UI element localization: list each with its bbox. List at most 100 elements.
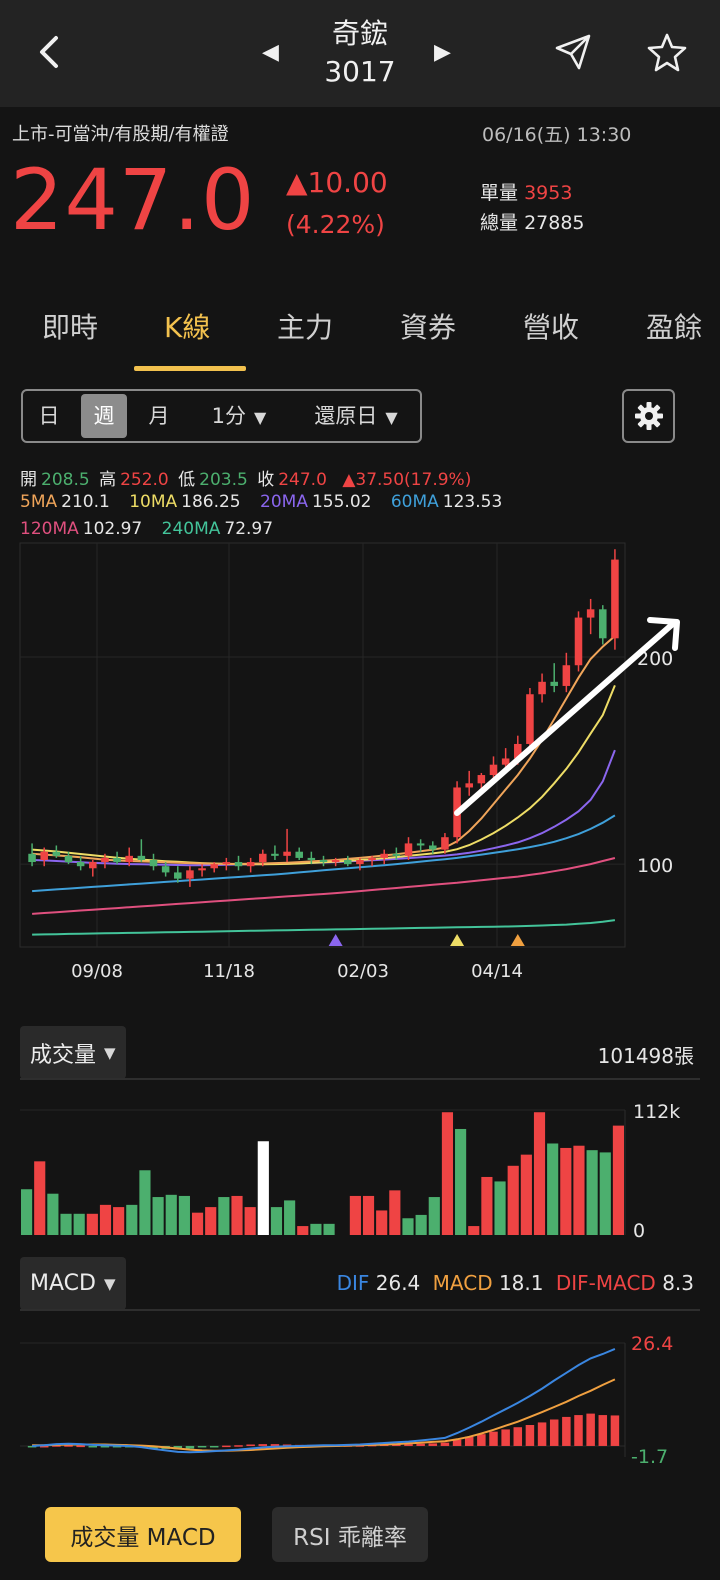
close-label: 收	[257, 470, 275, 490]
osc-bar	[416, 1443, 425, 1446]
unit-volume: 單量 3953	[480, 178, 572, 205]
candle-body	[149, 859, 158, 867]
osc-bar	[209, 1445, 219, 1448]
volume-bar	[21, 1189, 33, 1235]
osc-bar	[525, 1425, 535, 1446]
open-value: 208.5	[41, 470, 90, 490]
volume-bar	[284, 1200, 296, 1235]
candle-body	[161, 866, 170, 873]
low-value: 203.5	[199, 470, 248, 490]
volume-bar	[573, 1145, 585, 1235]
macd-indicator-label: MACD	[30, 1271, 96, 1296]
x-tick-label: 02/03	[337, 961, 389, 980]
candle-body	[356, 859, 364, 865]
candle-body	[465, 783, 473, 788]
osc-value: 8.3	[662, 1271, 694, 1295]
ma20-value: 155.02	[311, 492, 372, 512]
share-icon[interactable]	[551, 30, 595, 74]
period-week[interactable]: 週	[81, 394, 127, 438]
close-value: 247.0	[278, 470, 327, 490]
chart-settings-button[interactable]	[622, 389, 675, 443]
volume-bar	[323, 1223, 335, 1235]
tab-kline[interactable]: K線	[164, 306, 210, 346]
ma120-label: 120MA	[20, 519, 79, 539]
favorite-star-icon[interactable]	[645, 30, 689, 74]
price-change-percent: (4.22%)	[286, 210, 385, 239]
osc-bar	[537, 1422, 547, 1446]
candle-body	[222, 862, 231, 865]
tab-major[interactable]: 主力	[277, 306, 333, 346]
chevron-down-icon: ▼	[103, 1274, 116, 1293]
period-month[interactable]: 月	[139, 391, 179, 441]
candle-body	[501, 758, 510, 765]
restore-dropdown[interactable]: 還原日 ▼	[295, 391, 417, 441]
y-tick-label: 100	[637, 855, 673, 877]
volume-bar	[612, 1125, 624, 1235]
total-volume-label: 總量	[480, 212, 519, 234]
volume-bar	[191, 1212, 204, 1235]
next-stock-icon[interactable]: ▶	[434, 40, 451, 65]
candle-body	[550, 681, 558, 686]
volume-bar	[113, 1207, 125, 1235]
macd-label: MACD	[432, 1271, 493, 1295]
candle-body	[574, 617, 583, 666]
osc-bar	[562, 1416, 571, 1446]
x-tick-label: 11/18	[203, 961, 255, 980]
tab-revenue[interactable]: 營收	[523, 306, 579, 346]
volume-bar	[205, 1207, 217, 1235]
candle-body	[599, 609, 607, 639]
tab-bar: 即時 K線 主力 資券 營收 盈餘	[0, 290, 720, 380]
period-day[interactable]: 日	[29, 391, 69, 441]
dif-label: DIF	[336, 1271, 370, 1295]
candle-body	[416, 843, 425, 846]
kline-chart[interactable]: 10020009/08 11/18 02/03 04/14	[0, 540, 720, 980]
osc-bar	[501, 1429, 510, 1446]
tab-margin[interactable]: 資券	[400, 306, 456, 346]
volume-bar	[297, 1226, 309, 1235]
candle-body	[392, 853, 401, 856]
volume-indicator-label: 成交量	[30, 1042, 97, 1068]
tab-earnings[interactable]: 盈餘	[646, 306, 702, 346]
period-minute-dropdown[interactable]: 1分 ▼	[195, 391, 283, 441]
osc-bar	[489, 1431, 498, 1446]
ma-info-row2: 120MA 102.97 240MA 72.97	[20, 519, 277, 539]
tab-realtime[interactable]: 即時	[42, 306, 98, 346]
volume-chart[interactable]: 112k 0	[0, 1100, 720, 1240]
volume-bar	[126, 1204, 138, 1235]
candle-body	[538, 681, 546, 695]
rsi-bias-button[interactable]: RSI 乖離率	[272, 1507, 428, 1562]
volume-bar	[389, 1190, 401, 1235]
y-tick-label: 112k	[633, 1101, 680, 1123]
stock-code: 3017	[324, 55, 396, 88]
market-tags: 上市-可當沖/有股期/有權證	[12, 124, 229, 145]
unit-volume-label: 單量	[480, 182, 519, 204]
candle-body	[404, 843, 413, 856]
volume-bar	[34, 1161, 46, 1235]
high-value: 252.0	[120, 470, 169, 490]
volume-indicator-dropdown[interactable]: 成交量 ▼	[20, 1026, 126, 1079]
osc-bar	[428, 1443, 438, 1446]
volume-bar	[47, 1193, 59, 1235]
chevron-down-icon: ▼	[104, 1043, 116, 1062]
osc-bar	[440, 1442, 450, 1446]
osc-bar	[610, 1415, 620, 1446]
osc-bar	[234, 1445, 243, 1447]
weekly-change: ▲37.50(17.9%)	[342, 470, 472, 490]
ma10-label: 10MA	[129, 492, 178, 512]
total-volume: 總量 27885	[480, 208, 585, 235]
candle-body	[40, 851, 48, 860]
signal-marker	[510, 934, 525, 946]
volume-total: 101498張	[597, 1044, 694, 1068]
macd-indicator-dropdown[interactable]: MACD ▼	[20, 1257, 126, 1310]
ma-line-60ma	[32, 814, 616, 893]
volume-bar	[73, 1213, 85, 1235]
candle-body	[271, 853, 279, 856]
candle-body	[307, 857, 316, 860]
candle-body	[210, 864, 218, 869]
macd-chart[interactable]: 26.4 -1.7	[0, 1325, 720, 1475]
ma60-value: 123.53	[442, 492, 503, 512]
volume-bar	[415, 1214, 427, 1235]
chevron-down-icon: ▼	[254, 408, 267, 427]
osc-bar	[598, 1415, 608, 1446]
volume-macd-button[interactable]: 成交量 MACD	[45, 1507, 241, 1562]
